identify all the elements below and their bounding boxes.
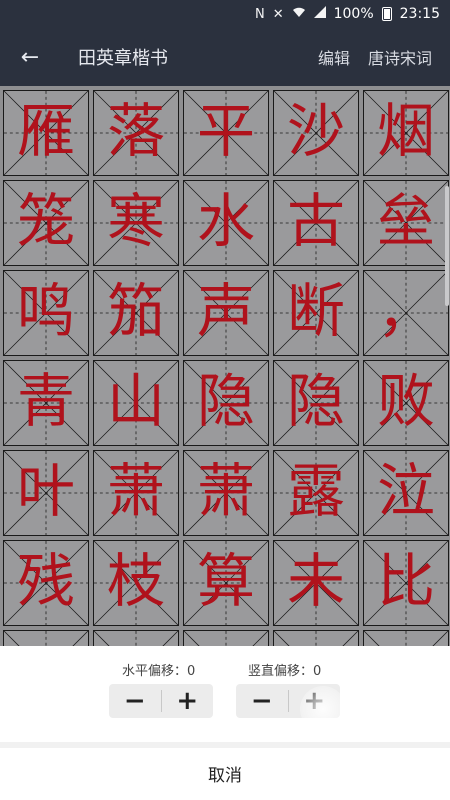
calligraphy-char: 青 [16,367,75,435]
grid-cell[interactable]: ， [363,270,449,356]
grid-cell[interactable]: 隐 [183,360,269,446]
grid-cell[interactable]: 平 [183,90,269,176]
grid-cell[interactable]: 败 [363,360,449,446]
status-bar: N ✕ 100% 23:15 [0,0,450,28]
calligraphy-char: 比 [376,547,435,615]
grid-cell[interactable]: 烟 [363,90,449,176]
nfc-icon: N [254,6,265,22]
calligraphy-char: 平 [196,97,255,165]
grid-cell[interactable]: 叶 [3,450,89,536]
back-arrow-icon: ← [20,44,40,70]
calligraphy-char: 落 [106,97,165,165]
grid-cell[interactable] [183,630,269,646]
grid-cell[interactable] [93,630,179,646]
grid-cell[interactable]: 断 [273,270,359,356]
calligraphy-char: 残 [16,547,75,615]
calligraphy-char [184,629,268,646]
grid-cell[interactable]: 垒 [363,180,449,266]
grid-cell[interactable]: 落 [93,90,179,176]
grid-cell[interactable] [3,630,89,646]
grid-cell[interactable]: 鸣 [3,270,89,356]
calligraphy-char [4,629,88,646]
calligraphy-char: 笼 [16,187,75,255]
back-button[interactable]: ← [0,28,60,86]
edit-button[interactable]: 编辑 [318,45,350,69]
calligraphy-char: 断 [286,277,345,345]
calligraphy-char: 败 [376,367,435,435]
calligraphy-char: 古 [286,187,345,255]
grid-cell[interactable]: 泣 [363,450,449,536]
grid-cell[interactable]: 寒 [93,180,179,266]
calligraphy-char: 声 [196,277,255,345]
calligraphy-char: 露 [286,457,345,525]
calligraphy-char: 隐 [286,367,345,435]
calligraphy-char: 枝 [106,547,165,615]
horizontal-plus-button[interactable]: + [162,684,214,718]
grid-cell[interactable]: 隐 [273,360,359,446]
grid-cell[interactable]: 未 [273,540,359,626]
calligraphy-char: 未 [286,547,345,615]
grid-cell[interactable]: 枝 [93,540,179,626]
calligraphy-char: 水 [196,187,255,255]
offset-sheet: 水平偏移：0 竖直偏移：0 − + − + 取消 [0,646,450,800]
calligraphy-char: 笳 [106,277,165,345]
practice-grid: 雁落平沙烟笼寒水古垒鸣笳声断，青山隐隐败叶萧萧露泣残枝算未比 [3,90,449,646]
vertical-offset-stepper: − + [236,684,340,718]
grid-cell[interactable]: 萧 [183,450,269,536]
calligraphy-char: 沙 [286,97,345,165]
grid-cell[interactable]: 露 [273,450,359,536]
sheet-divider [0,742,450,748]
grid-cell[interactable]: 萧 [93,450,179,536]
grid-cell[interactable]: 声 [183,270,269,356]
vertical-plus-button[interactable]: + [289,684,341,718]
clock: 23:15 [399,6,440,22]
mute-icon: ✕ [272,6,284,22]
calligraphy-char: ， [376,277,435,345]
grid-cell[interactable]: 山 [93,360,179,446]
grid-cell[interactable]: 残 [3,540,89,626]
cancel-button[interactable]: 取消 [0,750,450,796]
vertical-offset-label: 竖直偏移：0 [248,664,322,679]
grid-cell[interactable]: 古 [273,180,359,266]
calligraphy-char: 雁 [16,97,75,165]
horizontal-minus-button[interactable]: − [109,684,161,718]
signal-icon [313,6,326,22]
grid-cell[interactable]: 沙 [273,90,359,176]
calligraphy-char [94,629,178,646]
grid-cell[interactable]: 笼 [3,180,89,266]
grid-cell[interactable]: 青 [3,360,89,446]
grid-cell[interactable]: 比 [363,540,449,626]
calligraphy-char: 烟 [376,97,435,165]
wifi-icon [292,6,306,22]
horizontal-offset-label: 水平偏移：0 [122,664,196,679]
calligraphy-char: 鸣 [16,277,75,345]
calligraphy-char: 垒 [376,187,435,255]
calligraphy-char: 萧 [106,457,165,525]
poetry-button[interactable]: 唐诗宋词 [368,45,432,69]
battery-percent: 100% [333,6,374,22]
practice-grid-area[interactable]: 雁落平沙烟笼寒水古垒鸣笳声断，青山隐隐败叶萧萧露泣残枝算未比 [0,86,450,646]
grid-cell[interactable] [273,630,359,646]
horizontal-offset-stepper: − + [109,684,213,718]
calligraphy-char: 泣 [376,457,435,525]
calligraphy-char: 山 [106,367,165,435]
calligraphy-char [274,629,358,646]
grid-cell[interactable]: 雁 [3,90,89,176]
battery-icon [381,7,392,21]
vertical-minus-button[interactable]: − [236,684,288,718]
grid-cell[interactable]: 笳 [93,270,179,356]
calligraphy-char: 萧 [196,457,255,525]
calligraphy-char: 隐 [196,367,255,435]
scrollbar[interactable] [445,186,449,306]
calligraphy-char: 算 [196,547,255,615]
app-bar: ← 田英章楷书 编辑 唐诗宋词 [0,28,450,86]
grid-cell[interactable]: 算 [183,540,269,626]
calligraphy-char [364,629,448,646]
grid-cell[interactable]: 水 [183,180,269,266]
page-title: 田英章楷书 [78,48,168,69]
calligraphy-char: 叶 [16,457,75,525]
grid-cell[interactable] [363,630,449,646]
calligraphy-char: 寒 [106,187,165,255]
